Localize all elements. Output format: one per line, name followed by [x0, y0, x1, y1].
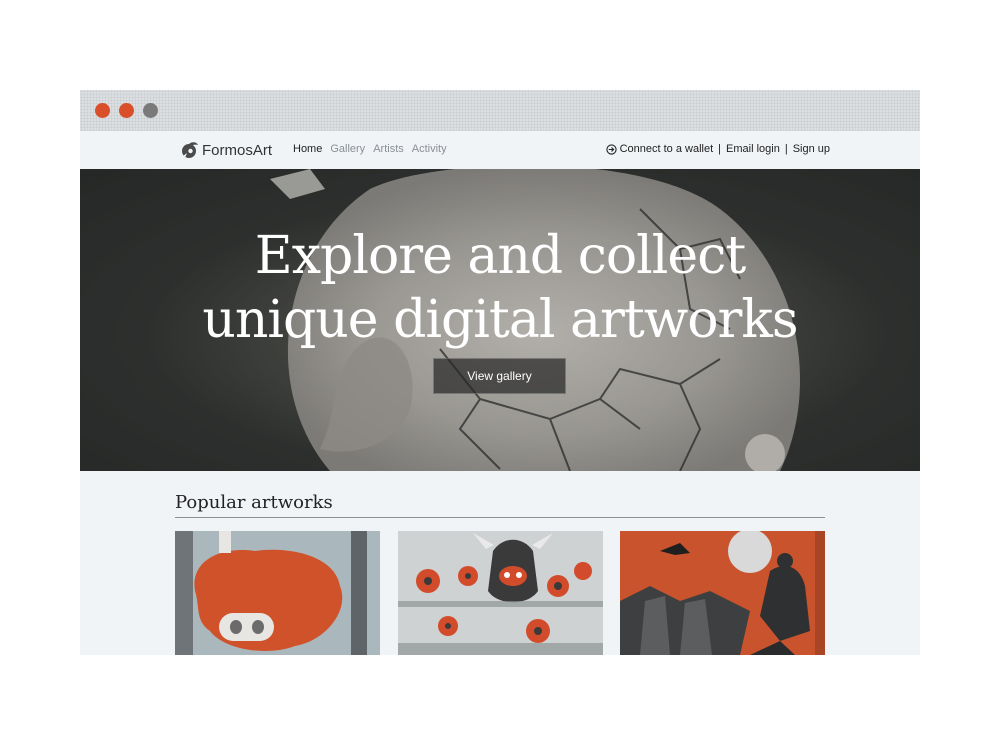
hero-title-line-1: Explore and collect: [254, 226, 746, 286]
nav-link-activity[interactable]: Activity: [412, 143, 447, 155]
main-nav: Home Gallery Artists Activity: [293, 143, 447, 155]
hero-banner: Explore and collect unique digital artwo…: [80, 169, 920, 471]
email-login-link[interactable]: Email login: [726, 143, 780, 155]
nav-link-home[interactable]: Home: [293, 143, 322, 155]
login-arrow-circle-icon: [605, 143, 617, 155]
brand-name: FormosArt: [202, 141, 273, 159]
maximize-window-button[interactable]: [143, 103, 158, 118]
section-divider: [175, 517, 825, 518]
hero-title: Explore and collect unique digital artwo…: [80, 224, 920, 352]
nav-link-artists[interactable]: Artists: [373, 143, 404, 155]
connect-wallet-link[interactable]: Connect to a wallet: [620, 143, 714, 155]
browser-titlebar: [80, 90, 920, 131]
orange-creature-artwork-icon: [175, 531, 380, 655]
auth-separator: |: [784, 143, 788, 155]
masked-crowd-artwork-icon: [398, 531, 603, 655]
minimize-window-button[interactable]: [119, 103, 134, 118]
browser-window: FormosArt Home Gallery Artists Activity …: [80, 90, 920, 655]
close-window-button[interactable]: [95, 103, 110, 118]
artwork-card-3[interactable]: [620, 531, 825, 655]
red-warrior-artwork-icon: [620, 531, 825, 655]
hero-title-line-2: unique digital artworks: [202, 290, 798, 350]
formosart-logo-icon: [182, 142, 198, 158]
popular-artworks-heading: Popular artworks: [175, 492, 333, 513]
brand-logo[interactable]: FormosArt: [180, 140, 272, 160]
nav-link-gallery[interactable]: Gallery: [330, 143, 365, 155]
view-gallery-button[interactable]: View gallery: [433, 358, 566, 394]
sign-up-link[interactable]: Sign up: [793, 143, 830, 155]
auth-links: Connect to a wallet | Email login | Sign…: [605, 143, 830, 155]
auth-separator: |: [718, 143, 722, 155]
navbar: FormosArt Home Gallery Artists Activity …: [80, 131, 920, 169]
artwork-card-2[interactable]: [398, 531, 603, 655]
artwork-card-1[interactable]: [175, 531, 380, 655]
